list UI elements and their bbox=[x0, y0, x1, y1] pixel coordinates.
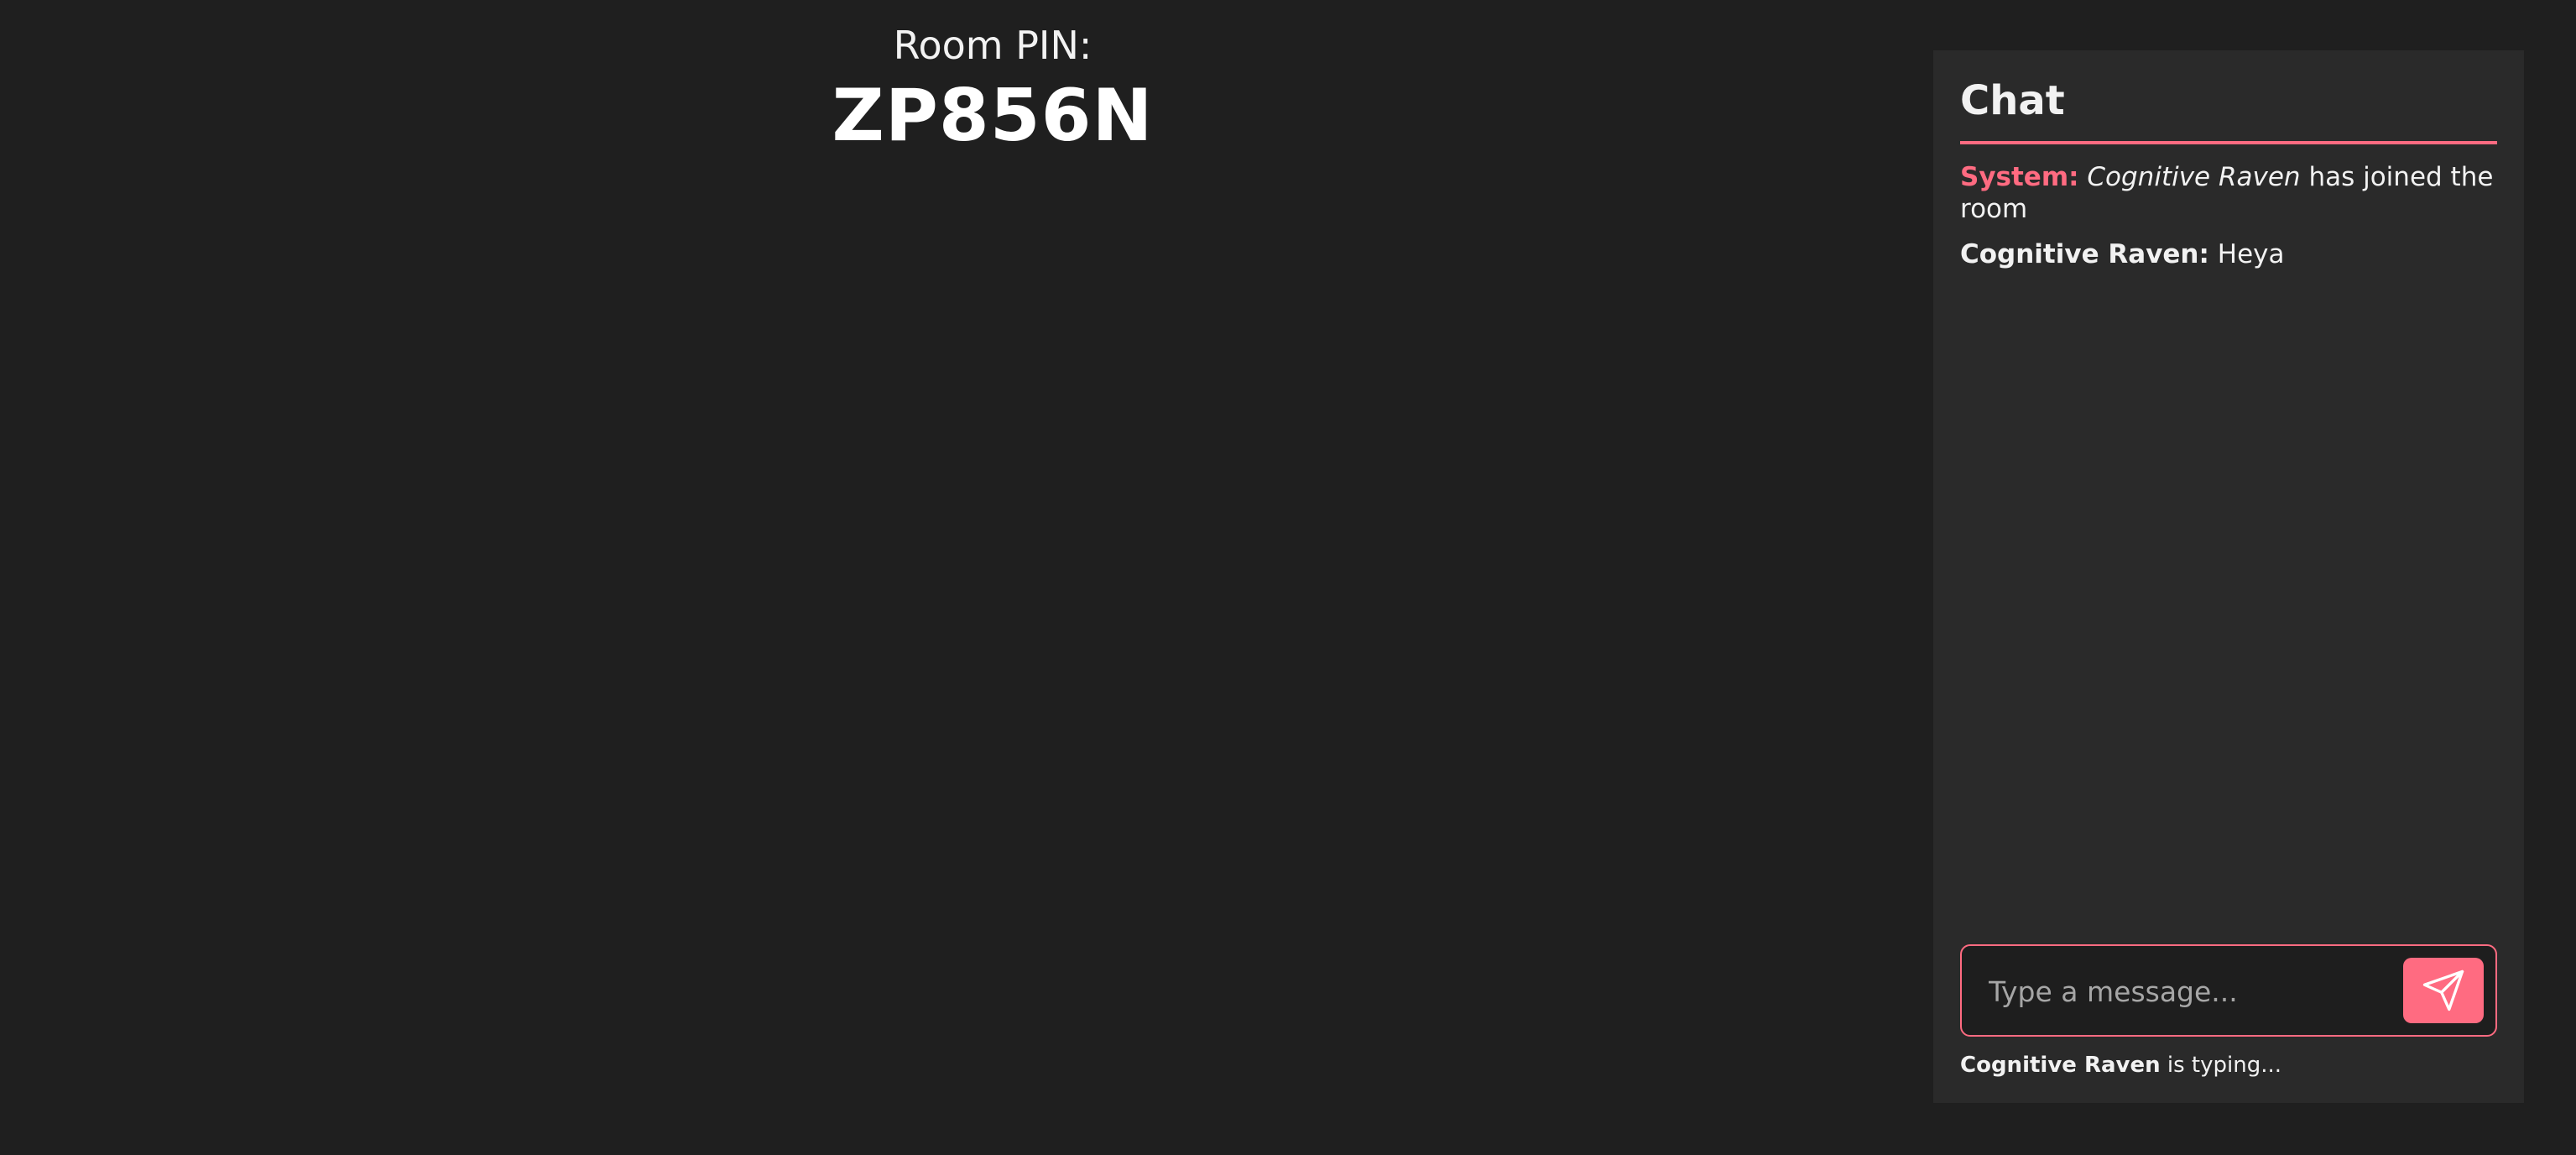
chat-message-list: System: Cognitive Raven has joined the r… bbox=[1960, 161, 2497, 270]
message-sender: Cognitive Raven: bbox=[1960, 239, 2209, 269]
send-button[interactable] bbox=[2403, 958, 2484, 1023]
room-pin-value: ZP856N bbox=[832, 74, 1154, 158]
message-input[interactable] bbox=[1989, 968, 2375, 1015]
chat-divider bbox=[1960, 141, 2497, 144]
typing-text: is typing... bbox=[2167, 1053, 2281, 1078]
room-page: Room PIN: ZP856N Chat System: Cognitive … bbox=[0, 0, 2576, 1155]
chat-message-user: Cognitive Raven: Heya bbox=[1960, 238, 2497, 270]
room-pin-block: Room PIN: ZP856N bbox=[0, 20, 1985, 159]
chat-message-system: System: Cognitive Raven has joined the r… bbox=[1960, 161, 2497, 225]
chat-panel: Chat System: Cognitive Raven has joined … bbox=[1933, 50, 2524, 1103]
message-text: Heya bbox=[2217, 239, 2285, 269]
room-pin-label: Room PIN: bbox=[893, 23, 1092, 68]
typing-user: Cognitive Raven bbox=[1960, 1053, 2161, 1078]
typing-indicator: Cognitive Raven is typing... bbox=[1960, 1051, 2281, 1079]
send-icon bbox=[2422, 969, 2464, 1011]
message-subject: Cognitive Raven bbox=[2087, 162, 2301, 192]
message-composer bbox=[1960, 944, 2497, 1037]
chat-title: Chat bbox=[1960, 77, 2065, 124]
message-sender: System: bbox=[1960, 162, 2079, 192]
